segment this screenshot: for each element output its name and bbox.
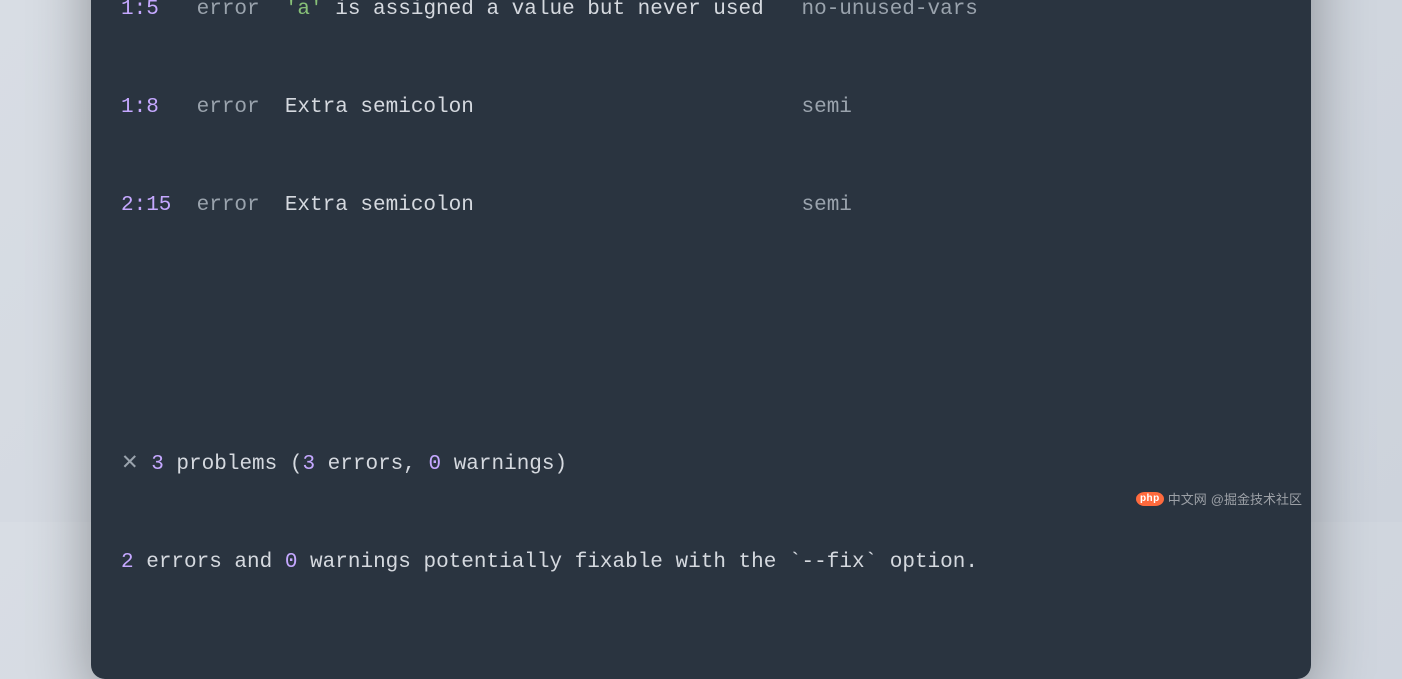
- error-message: Extra semicolon: [285, 190, 802, 223]
- summary-text: problems (: [164, 453, 303, 476]
- watermark-at: @掘金技术社区: [1211, 489, 1302, 508]
- summary-text: errors,: [315, 453, 428, 476]
- error-location: 1:8: [121, 92, 197, 125]
- fixable-line: 2 errors and 0 warnings potentially fixa…: [121, 547, 1281, 580]
- summary-text: warnings): [441, 453, 567, 476]
- terminal-window: 1:5 error 'a' is assigned a value but ne…: [91, 0, 1311, 679]
- error-location: 1:5: [121, 0, 197, 27]
- error-location: 2:15: [121, 190, 197, 223]
- error-rule: semi: [801, 190, 851, 223]
- summary-line: ✕ 3 problems (3 errors, 0 warnings): [121, 449, 1281, 482]
- error-message: 'a' is assigned a value but never used: [285, 0, 802, 27]
- terminal-output: 1:5 error 'a' is assigned a value but ne…: [121, 0, 1281, 645]
- error-rule: semi: [801, 92, 851, 125]
- error-severity: error: [197, 92, 285, 125]
- error-rule: no-unused-vars: [801, 0, 977, 27]
- error-quote: 'a': [285, 0, 323, 21]
- watermark-cn: 中文网: [1168, 489, 1207, 508]
- error-severity: error: [197, 190, 285, 223]
- lint-error-row: 1:8 error Extra semicolon semi: [121, 92, 1281, 125]
- problem-count: 3: [151, 453, 164, 476]
- fixable-text: errors and: [134, 551, 285, 574]
- watermark: php 中文网 @掘金技术社区: [1136, 489, 1302, 508]
- lint-error-row: 1:5 error 'a' is assigned a value but ne…: [121, 0, 1281, 27]
- error-count: 3: [302, 453, 315, 476]
- lint-error-row: 2:15 error Extra semicolon semi: [121, 190, 1281, 223]
- fixable-text: warnings potentially fixable with the `-…: [297, 551, 978, 574]
- error-severity: error: [197, 0, 285, 27]
- fixable-error-count: 2: [121, 551, 134, 574]
- error-message: Extra semicolon: [285, 92, 802, 125]
- cross-icon: ✕: [121, 453, 139, 476]
- warning-count: 0: [428, 453, 441, 476]
- php-badge: php: [1136, 492, 1164, 506]
- fixable-warning-count: 0: [285, 551, 298, 574]
- error-message-text: is assigned a value but never used: [323, 0, 764, 21]
